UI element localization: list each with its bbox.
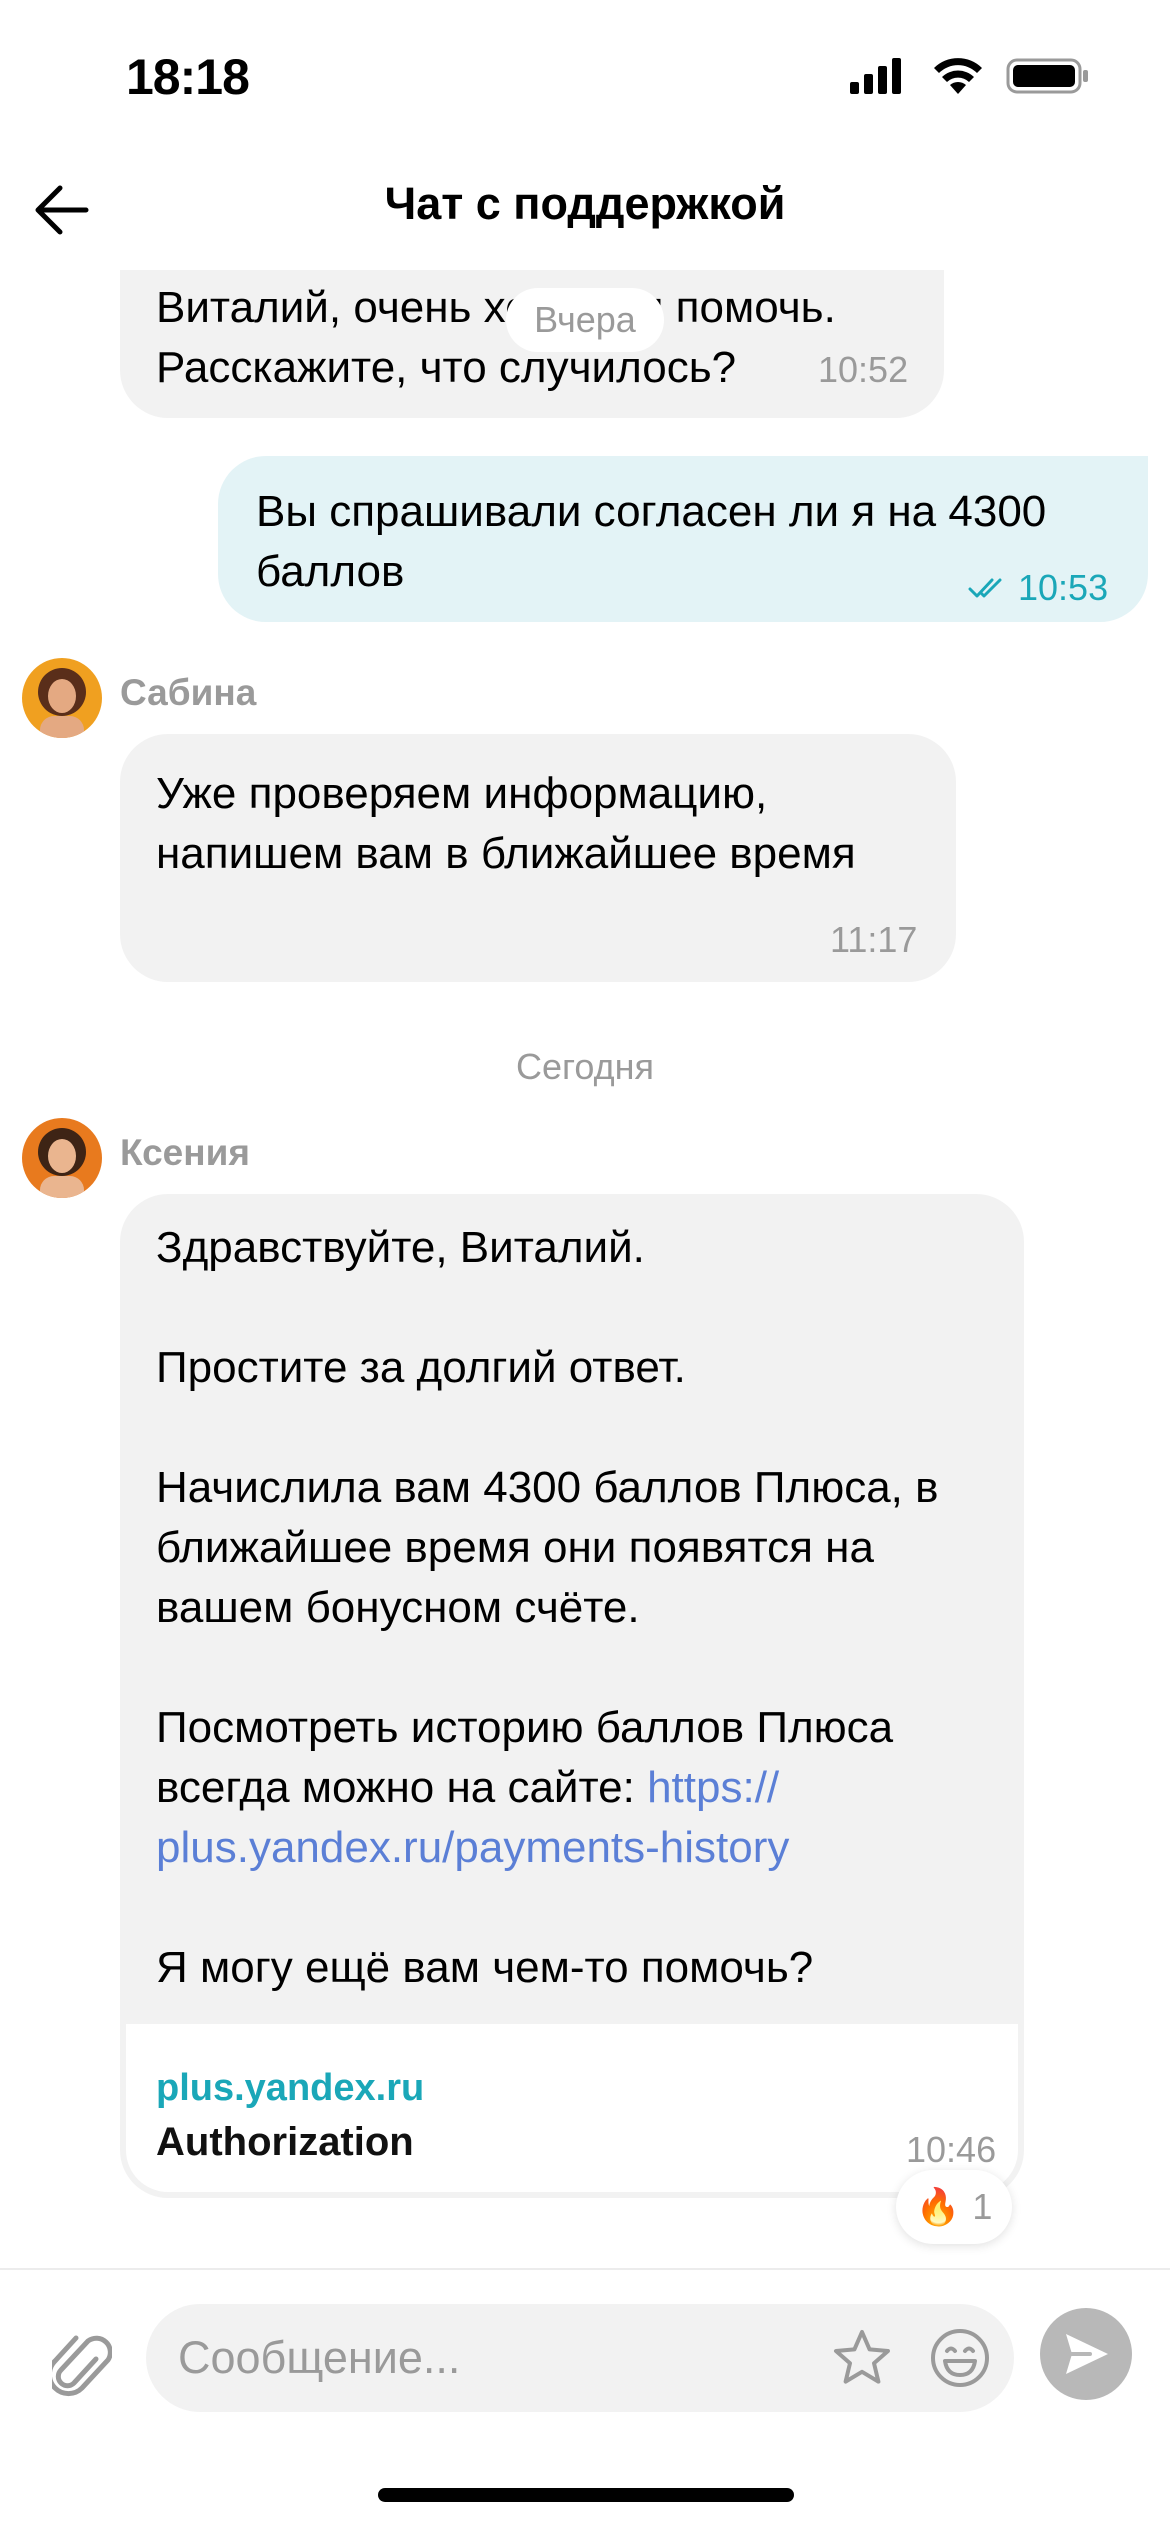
wifi-icon: [934, 58, 982, 94]
cellular-signal-icon: [850, 58, 901, 94]
chat-messages[interactable]: Виталий, очень хочу вам помочь. Расскажи…: [0, 270, 1170, 2268]
message-text: Уже проверяем информацию, напишем вам в …: [156, 769, 856, 878]
message-time: 10:52: [818, 349, 909, 390]
navigation-bar: Чат с поддержкой: [0, 150, 1170, 270]
paperclip-icon: [52, 2335, 112, 2397]
sender-name: Ксения: [120, 1132, 250, 1173]
smiley-icon: [931, 2329, 989, 2387]
page-title: Чат с поддержкой: [384, 178, 786, 229]
reaction-badge[interactable]: 🔥 1: [896, 2170, 1012, 2244]
avatar[interactable]: [22, 658, 102, 738]
avatar[interactable]: [22, 1118, 102, 1198]
message-time: 11:17: [830, 919, 918, 960]
link-preview[interactable]: plus.yandex.ru Authorization 10:46: [126, 2024, 1018, 2192]
emoji-button[interactable]: [928, 2326, 992, 2390]
sender-name: Сабина: [120, 672, 257, 713]
star-icon: [834, 2330, 890, 2384]
message-composer: [0, 2268, 1170, 2532]
message-text-part: Здравствуйте, Виталий. Простите за долги…: [156, 1223, 939, 1812]
send-button[interactable]: [1040, 2308, 1132, 2400]
battery-icon: [1006, 58, 1088, 94]
home-indicator: [378, 2488, 794, 2502]
link-preview-host: plus.yandex.ru: [156, 2067, 425, 2109]
favorite-button[interactable]: [830, 2326, 894, 2390]
message-text-part: Я могу ещё вам чем-то помочь?: [156, 1943, 814, 1992]
attach-button[interactable]: [44, 2322, 120, 2412]
status-bar: 18:18: [0, 0, 1170, 150]
message-time: 10:53: [968, 558, 1108, 618]
day-separator-yesterday: Вчера: [506, 288, 664, 352]
message-text: Здравствуйте, Виталий. Простите за долги…: [156, 1218, 939, 1998]
status-icons: [850, 56, 1090, 96]
reaction-count: 1: [972, 2186, 993, 2227]
message-bubble-incoming[interactable]: Здравствуйте, Виталий. Простите за долги…: [120, 1194, 1024, 2198]
message-bubble-incoming[interactable]: Уже проверяем информацию, напишем вам в …: [120, 734, 956, 982]
message-text: Виталий, очень хочу вам помочь. Расскажи…: [156, 283, 836, 392]
status-time: 18:18: [126, 49, 250, 105]
day-separator-today: Сегодня: [516, 1046, 654, 1087]
avatar-image: [22, 1118, 102, 1198]
message-input[interactable]: [178, 2304, 818, 2412]
message-time-value: 10:53: [1018, 567, 1109, 608]
message-bubble-outgoing[interactable]: Вы спрашивали согласен ли я на 4300 балл…: [218, 456, 1148, 622]
send-icon: [1066, 2334, 1108, 2374]
message-input-container[interactable]: [146, 2304, 1014, 2412]
fire-reaction-icon: 🔥: [915, 2186, 961, 2227]
message-text: Вы спрашивали согласен ли я на 4300 балл…: [256, 487, 1047, 596]
link-preview-title: Authorization: [156, 2120, 414, 2164]
avatar-image: [22, 658, 102, 738]
double-check-icon: [968, 578, 1002, 598]
